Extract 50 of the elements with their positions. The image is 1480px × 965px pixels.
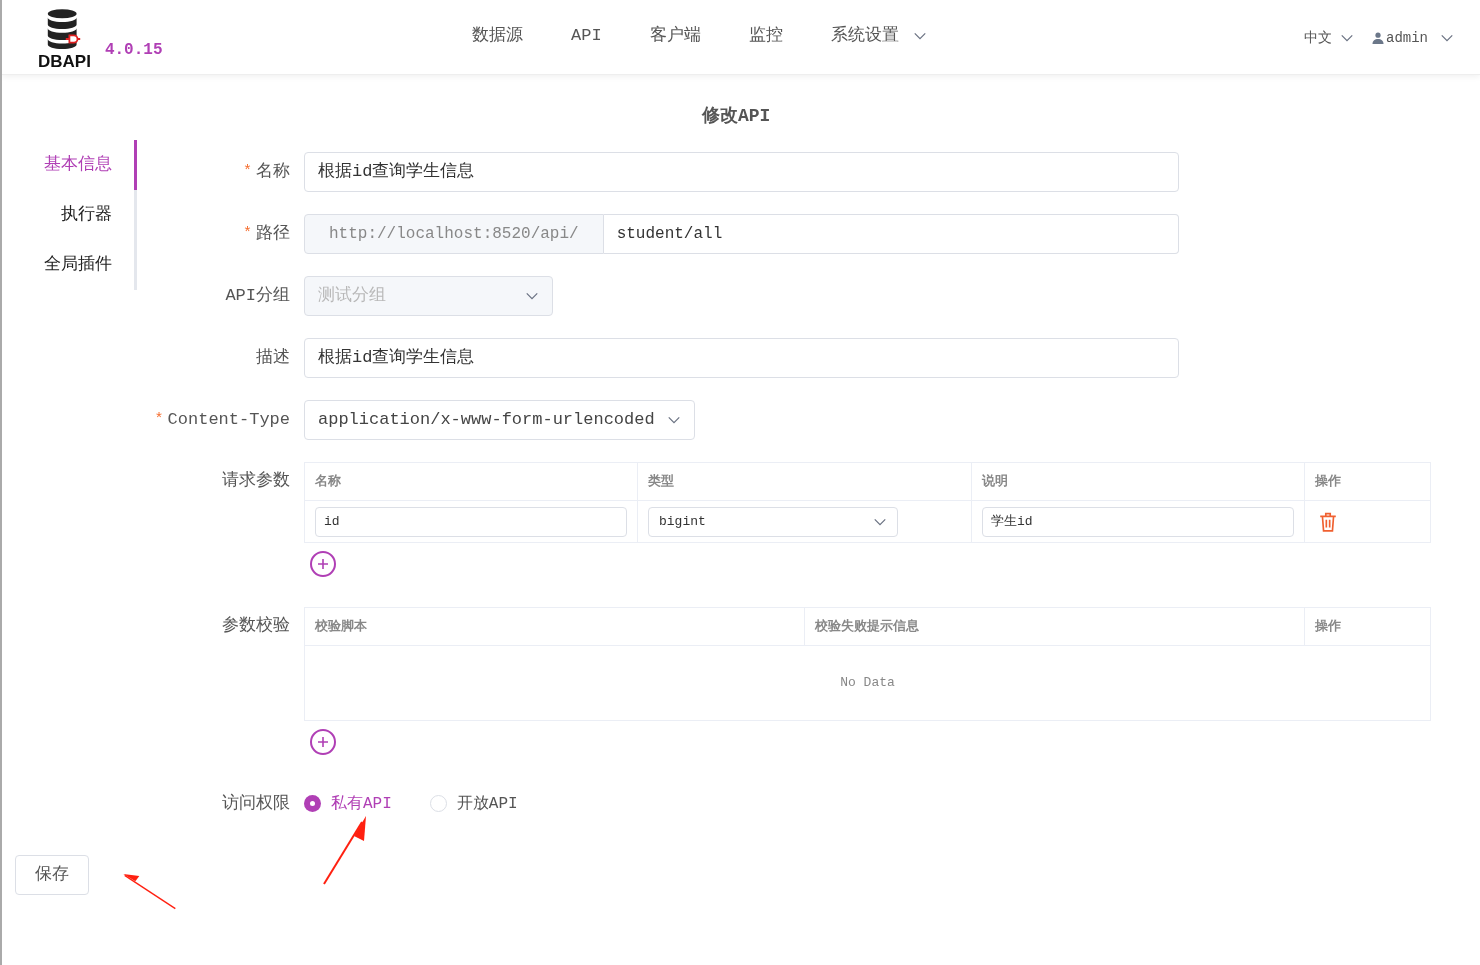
sidebar-tab[interactable]: 基本信息 — [2, 140, 137, 190]
column-header: 校验脚本 — [305, 608, 805, 645]
nav-link[interactable]: 监控 — [748, 23, 783, 49]
path-field[interactable]: student/all — [603, 214, 1179, 254]
column-header: 操作 — [1314, 472, 1342, 491]
sidebar-tab[interactable]: 全局插件 — [2, 240, 137, 290]
delete-icon[interactable] — [1319, 511, 1337, 532]
param-name-field[interactable]: id — [315, 506, 627, 537]
required-mark: * — [243, 161, 252, 182]
radio-option[interactable]: 私有API — [304, 791, 392, 816]
plus-icon — [317, 558, 329, 570]
nav-link[interactable]: 系统设置 — [830, 23, 927, 49]
user-icon — [1372, 32, 1384, 44]
column-header: 名称 — [305, 463, 638, 500]
column-header: 校验失败提示信息 — [805, 608, 1305, 645]
radio-option[interactable]: 开放API — [429, 791, 518, 816]
user-menu[interactable]: admin — [1372, 27, 1454, 49]
nav-link[interactable]: API — [571, 23, 602, 49]
url-prefix: http://localhost:8520/api/ — [304, 214, 604, 254]
text-field[interactable]: 根据id查询学生信息 — [304, 338, 1179, 378]
param-description-field[interactable]: 学生id — [982, 506, 1294, 537]
field-label: 请求参数 — [222, 470, 290, 492]
version-label: 4.0.15 — [104, 40, 163, 61]
field-label: 参数校验 — [222, 615, 290, 637]
add-button[interactable] — [310, 551, 336, 577]
field-label: 路径 — [256, 223, 290, 246]
column-header: 操作 — [1314, 617, 1342, 636]
required-mark: * — [243, 223, 252, 244]
nav-link[interactable]: 客户端 — [649, 23, 701, 49]
param-type-select[interactable]: bigint — [648, 506, 898, 537]
language-menu[interactable]: 中文 — [1304, 27, 1354, 49]
column-header: 类型 — [638, 463, 972, 500]
logo-text: DBAPI — [38, 53, 91, 70]
page-title: 修改API — [702, 105, 771, 128]
save-button[interactable]: 保存 — [15, 855, 89, 895]
text-field[interactable]: 根据id查询学生信息 — [304, 152, 1179, 192]
column-header: 说明 — [972, 463, 1305, 500]
required-mark: * — [154, 409, 164, 430]
field-label: 访问权限 — [222, 792, 290, 815]
add-button[interactable] — [310, 729, 336, 755]
sidebar-tab[interactable]: 执行器 — [2, 190, 137, 240]
select-field[interactable]: application/x-www-form-urlencoded — [304, 400, 695, 440]
annotation-arrow — [322, 816, 368, 886]
field-label: Content-Type — [167, 409, 290, 432]
field-label: 描述 — [256, 347, 290, 370]
nav-link[interactable]: 数据源 — [472, 23, 523, 49]
field-label: API分组 — [225, 285, 290, 308]
field-label: 名称 — [256, 161, 290, 184]
empty-text: No Data — [840, 674, 895, 693]
plus-icon — [317, 736, 329, 748]
